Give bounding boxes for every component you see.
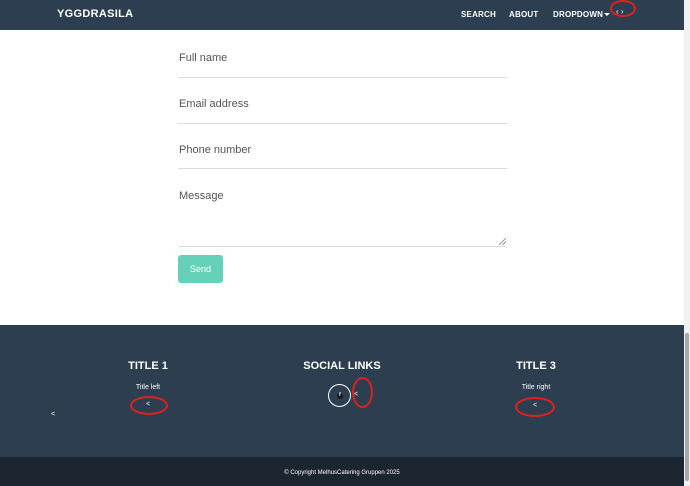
message-underline <box>178 246 507 247</box>
nav-search-link[interactable]: SEARCH <box>461 10 496 19</box>
resize-grip-icon[interactable] <box>499 238 506 245</box>
annotation-circle-left <box>130 396 168 415</box>
nav-about-link[interactable]: ABOUT <box>509 10 538 19</box>
caret-down-icon <box>604 13 610 16</box>
footer-text-left: Title left <box>135 384 161 391</box>
footer-title-social: SOCIAL LINKS <box>303 360 381 372</box>
copyright-text: © Copyright MelhusCatering Gruppen 2025 <box>284 470 400 476</box>
annotation-circle-navbar <box>610 0 636 17</box>
email-underline <box>178 123 507 124</box>
footer-text-right: Title right <box>521 384 551 391</box>
message-field[interactable]: Message <box>179 190 224 202</box>
annotation-circle-social <box>352 377 373 408</box>
phone-field[interactable]: Phone number <box>179 144 251 156</box>
full-name-underline <box>178 77 507 78</box>
footer-title-left: TITLE 1 <box>128 360 168 372</box>
facebook-glyph: f <box>339 392 341 398</box>
brand-logo[interactable]: YGGDRASILA <box>57 8 133 20</box>
angle-icon-edge: < <box>51 411 56 418</box>
scrollbar-thumb[interactable] <box>685 333 689 481</box>
send-button[interactable]: Send <box>178 255 223 283</box>
nav-dropdown-toggle[interactable]: DROPDOWN <box>553 10 603 19</box>
email-field[interactable]: Email address <box>179 98 249 110</box>
facebook-link[interactable]: f <box>328 384 351 407</box>
phone-underline <box>178 168 507 169</box>
annotation-circle-right <box>515 397 555 417</box>
footer-title-right: TITLE 3 <box>516 360 556 372</box>
full-name-field[interactable]: Full name <box>179 52 227 64</box>
